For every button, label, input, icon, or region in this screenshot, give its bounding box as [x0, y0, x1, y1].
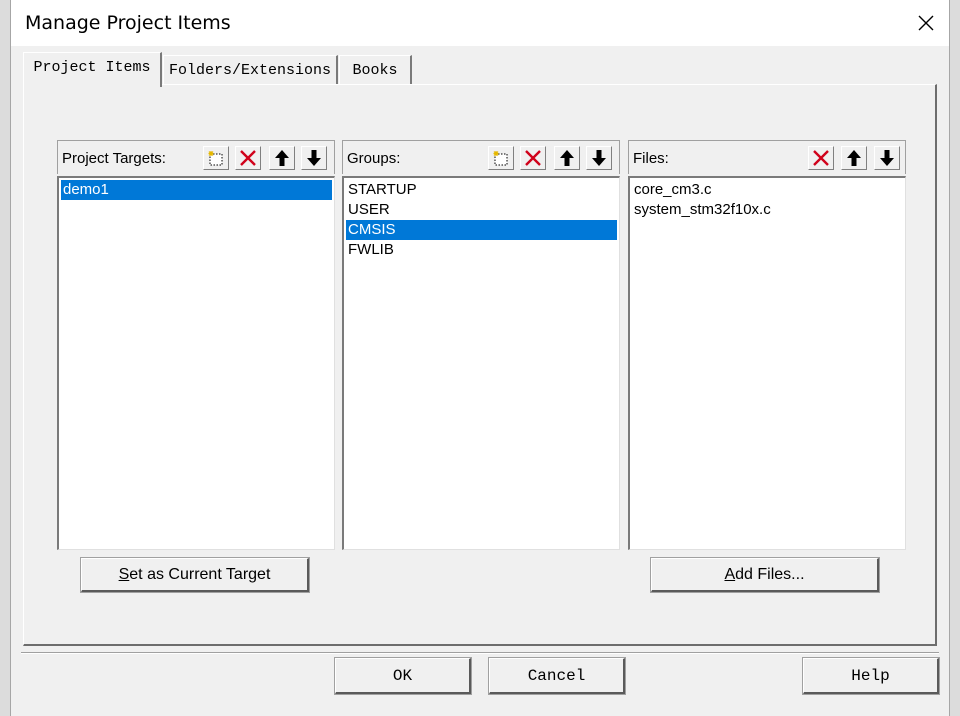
new-target-button[interactable]	[203, 146, 229, 170]
list-item[interactable]: STARTUP	[346, 180, 617, 200]
project-targets-label: Project Targets:	[62, 150, 166, 167]
list-item[interactable]: system_stm32f10x.c	[632, 200, 903, 220]
new-group-button[interactable]	[488, 146, 514, 170]
mnemonic-char: A	[724, 565, 736, 583]
list-item[interactable]: FWLIB	[346, 240, 617, 260]
ok-button[interactable]: OK	[334, 657, 472, 695]
add-files-button[interactable]: Add Files...	[650, 557, 880, 593]
move-group-down-button[interactable]	[586, 146, 612, 170]
arrow-down-icon	[592, 150, 606, 166]
list-item[interactable]: demo1	[61, 180, 332, 200]
button-label: et as Current Target	[129, 565, 271, 583]
files-label: Files:	[633, 150, 669, 167]
tab-books[interactable]: Books	[339, 55, 412, 86]
project-targets-list[interactable]: demo1	[57, 176, 335, 550]
files-header: Files:	[628, 140, 906, 174]
close-icon	[918, 15, 934, 31]
arrow-up-icon	[275, 150, 289, 166]
groups-label: Groups:	[347, 150, 401, 167]
dialog-title: Manage Project Items	[25, 12, 231, 34]
delete-x-icon	[240, 150, 256, 166]
mnemonic-char: S	[118, 565, 130, 583]
arrow-down-icon	[880, 150, 894, 166]
move-file-down-button[interactable]	[874, 146, 900, 170]
delete-x-icon	[525, 150, 541, 166]
project-targets-group: Project Targets: demo1	[57, 140, 335, 550]
arrow-up-icon	[847, 150, 861, 166]
move-target-down-button[interactable]	[301, 146, 327, 170]
new-item-icon	[208, 151, 223, 166]
move-file-up-button[interactable]	[841, 146, 867, 170]
list-item[interactable]: USER	[346, 200, 617, 220]
list-item[interactable]: core_cm3.c	[632, 180, 903, 200]
delete-x-icon	[813, 150, 829, 166]
groups-group: Groups: STARTUP USER CMSIS FWLIB	[342, 140, 620, 550]
close-button[interactable]	[903, 0, 949, 46]
set-as-current-target-button[interactable]: Set as Current Target	[80, 557, 310, 593]
new-item-icon	[493, 151, 508, 166]
move-group-up-button[interactable]	[554, 146, 580, 170]
cancel-button[interactable]: Cancel	[488, 657, 626, 695]
arrow-up-icon	[560, 150, 574, 166]
groups-header: Groups:	[342, 140, 620, 174]
title-bar[interactable]: Manage Project Items	[11, 0, 949, 46]
footer-divider	[21, 652, 939, 654]
tab-folders-extensions[interactable]: Folders/Extensions	[163, 55, 338, 86]
project-targets-header: Project Targets:	[57, 140, 335, 174]
delete-target-button[interactable]	[235, 146, 261, 170]
groups-list[interactable]: STARTUP USER CMSIS FWLIB	[342, 176, 620, 550]
help-button[interactable]: Help	[802, 657, 940, 695]
list-item[interactable]: CMSIS	[346, 220, 617, 240]
remove-file-button[interactable]	[808, 146, 834, 170]
files-list[interactable]: core_cm3.c system_stm32f10x.c	[628, 176, 906, 550]
manage-project-items-dialog: Manage Project Items Project Items Folde…	[10, 0, 950, 716]
files-group: Files: core_cm3.c system_stm32f10x.c	[628, 140, 906, 550]
tab-project-items[interactable]: Project Items	[23, 52, 162, 87]
move-target-up-button[interactable]	[269, 146, 295, 170]
arrow-down-icon	[307, 150, 321, 166]
button-label: dd Files...	[735, 565, 805, 583]
delete-group-button[interactable]	[520, 146, 546, 170]
